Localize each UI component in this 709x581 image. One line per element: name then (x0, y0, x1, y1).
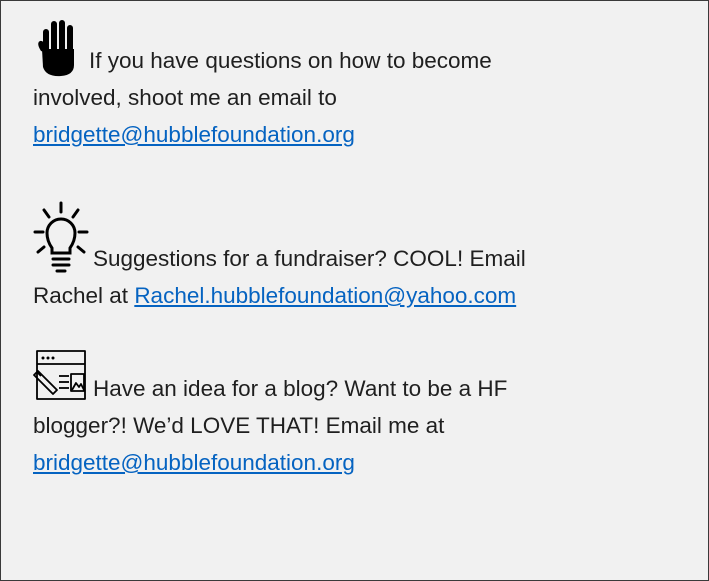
blog-editor-icon (33, 349, 89, 407)
questions-text-line-1: If you have questions on how to become (89, 48, 492, 73)
lightbulb-icon (33, 201, 89, 277)
blog-text-line-1: Have an idea for a blog? Want to be a HF (93, 376, 508, 401)
hand-stop-icon (33, 19, 85, 79)
blog-block: Have an idea for a blog? Want to be a HF… (33, 349, 673, 481)
blog-first-line: Have an idea for a blog? Want to be a HF (33, 349, 673, 407)
questions-first-line: If you have questions on how to become (33, 19, 673, 79)
fundraiser-first-line: Suggestions for a fundraiser? COOL! Emai… (33, 201, 673, 277)
fundraiser-text-line-1: Suggestions for a fundraiser? COOL! Emai… (93, 246, 526, 271)
blog-email-link[interactable]: bridgette@hubblefoundation.org (33, 450, 355, 475)
contact-panel: If you have questions on how to become i… (0, 0, 709, 581)
blog-text-line-2: blogger?! We’d LOVE THAT! Email me at (33, 413, 445, 438)
fundraiser-text-prefix: Rachel at (33, 283, 135, 308)
questions-email-link[interactable]: bridgette@hubblefoundation.org (33, 122, 355, 147)
questions-text-line-2: involved, shoot me an email to (33, 85, 337, 110)
fundraiser-block: Suggestions for a fundraiser? COOL! Emai… (33, 201, 673, 314)
questions-block: If you have questions on how to become i… (33, 19, 673, 153)
fundraiser-email-link[interactable]: Rachel.hubblefoundation@yahoo.com (134, 283, 516, 308)
fundraiser-text-line-2: Rachel at Rachel.hubblefoundation@yahoo.… (33, 277, 673, 314)
